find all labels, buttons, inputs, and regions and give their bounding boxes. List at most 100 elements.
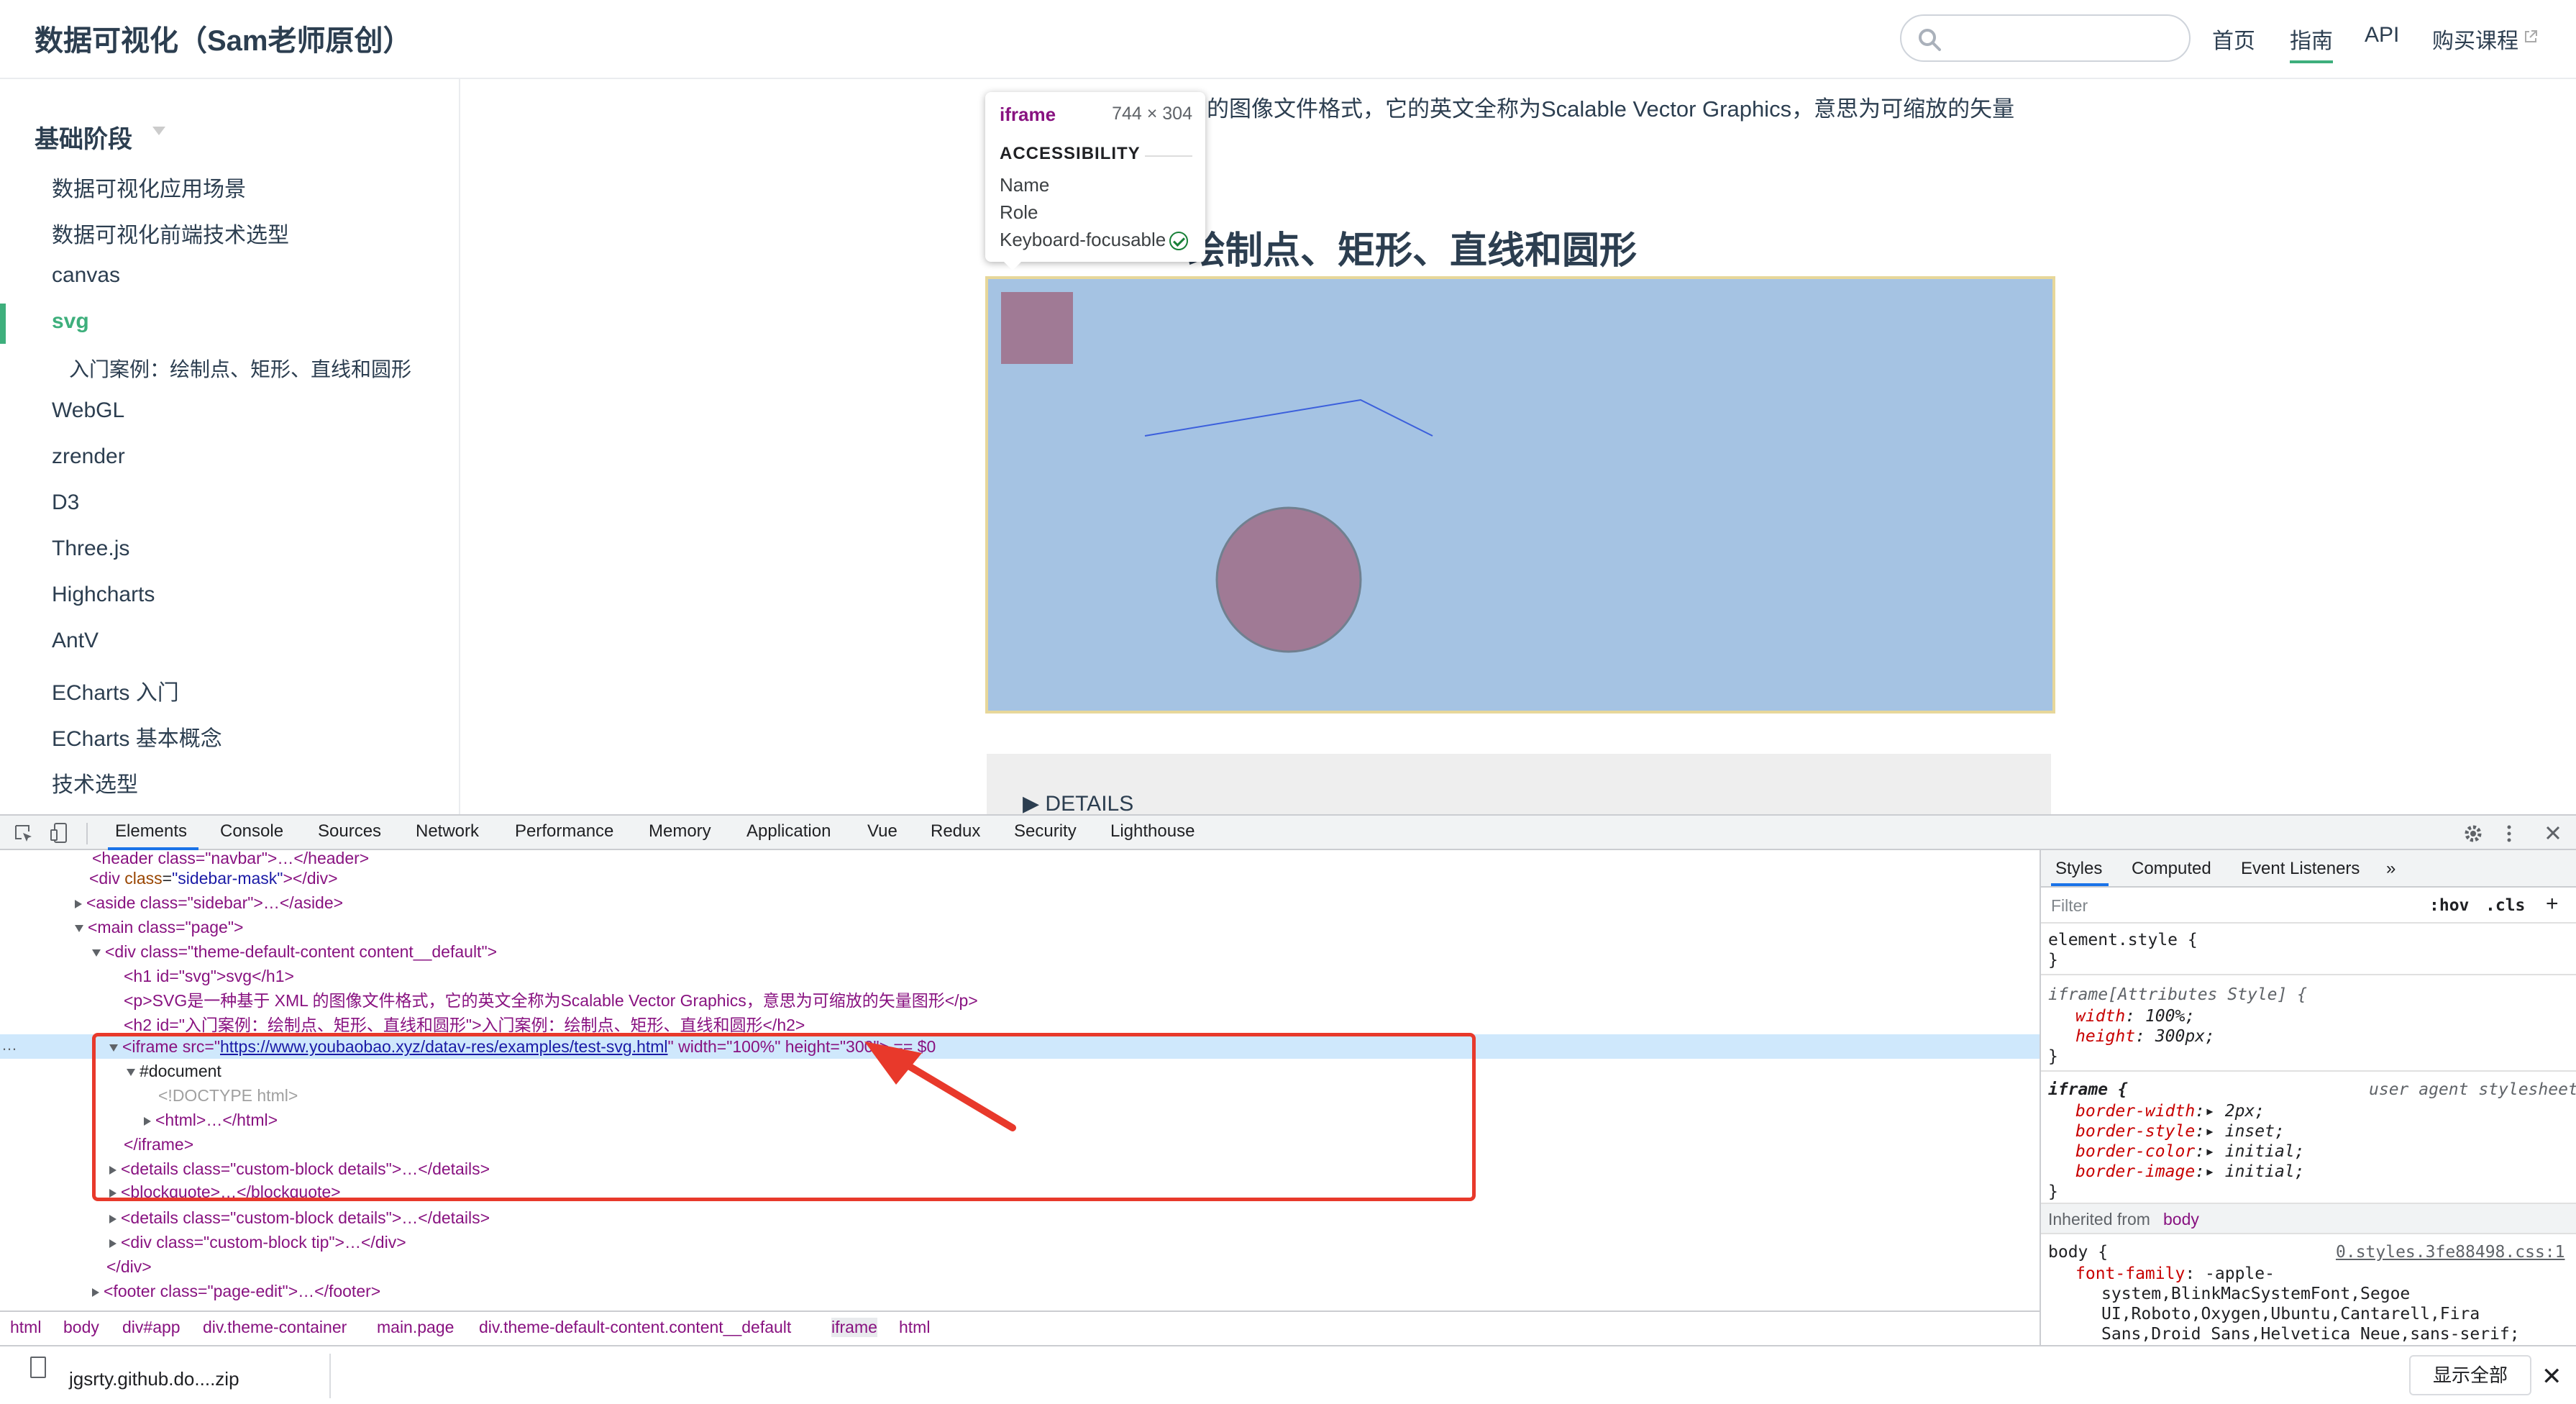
svg-demo-canvas [1001, 292, 1433, 653]
sidebar-item[interactable]: D3 [52, 491, 79, 515]
tooltip-row-name: Name [1000, 174, 1050, 196]
height-decl: height: 300px; [2075, 1027, 2215, 1046]
tab-sources[interactable]: Sources [318, 821, 381, 842]
more-vertical-icon[interactable] [2506, 823, 2513, 844]
rule-close: } [2048, 951, 2058, 970]
crumb-body[interactable]: body [63, 1318, 99, 1337]
add-rule-button[interactable]: + [2546, 892, 2559, 916]
font-family-value: UI,Roboto,Oxygen,Ubuntu,Cantarell,Fira [2101, 1305, 2480, 1323]
tab-computed[interactable]: Computed [2132, 859, 2211, 879]
sidebar-item[interactable]: WebGL [52, 398, 124, 423]
dom-node-aside[interactable]: <aside class="sidebar">…</aside> [75, 890, 343, 915]
sidebar-item[interactable]: canvas [52, 263, 120, 288]
ua-label: user agent stylesheet [2369, 1080, 2576, 1099]
dom-breadcrumb: html body div#app div.theme-container ma… [0, 1310, 2040, 1345]
crumb-main[interactable]: main.page [377, 1318, 454, 1337]
search-input[interactable] [1900, 14, 2191, 62]
sidebar-item[interactable]: ECharts 入门 [52, 675, 179, 706]
nav-home[interactable]: 首页 [2212, 23, 2255, 55]
dom-node-details-2[interactable]: <details class="custom-block details">…<… [109, 1205, 490, 1230]
close-icon[interactable]: ✕ [2541, 1362, 2562, 1391]
inherited-label: Inherited from [2048, 1210, 2150, 1228]
dom-node-p[interactable]: <p>SVG是一种基于 XML 的图像文件格式，它的英文全称为Scalable … [124, 988, 978, 1013]
sidebar-item[interactable]: 技术选型 [52, 767, 138, 798]
dom-node-main[interactable]: <main class="page"> [75, 915, 243, 939]
tab-redux[interactable]: Redux [931, 821, 980, 842]
demo-line [1144, 398, 1433, 437]
dom-node-div-close[interactable]: </div> [106, 1254, 152, 1279]
sidebar-item-svg[interactable]: svg [52, 309, 89, 334]
crumb-iframe[interactable]: iframe [831, 1318, 877, 1337]
dom-node-tip[interactable]: <div class="custom-block tip">…</div> [109, 1230, 406, 1254]
font-family-decl: font-family: -apple- [2075, 1264, 2275, 1283]
demo-circle [1215, 506, 1362, 653]
svg-iframe[interactable] [985, 276, 2055, 714]
attr-style-rule: iframe[Attributes Style] { [2048, 985, 2308, 1004]
search-icon [1919, 29, 1941, 51]
stylesheet-link[interactable]: 0.styles.3fe88498.css:1 [2336, 1243, 2565, 1262]
external-link-icon [2525, 30, 2537, 42]
sidebar-subitem[interactable]: 入门案例：绘制点、矩形、直线和圆形 [69, 354, 411, 383]
rule-close: } [2048, 1047, 2058, 1066]
tab-performance[interactable]: Performance [515, 821, 613, 842]
sidebar-item[interactable]: Three.js [52, 537, 129, 561]
tab-memory[interactable]: Memory [649, 821, 711, 842]
show-all-button[interactable]: 显示全部 [2409, 1355, 2531, 1395]
styles-pane: Styles Computed Event Listeners » Filter… [2040, 850, 2576, 1345]
dom-node-footer[interactable]: <footer class="page-edit">…</footer> [92, 1279, 380, 1303]
dom-node-sidebar-mask[interactable]: <div class="sidebar-mask"></div> [89, 866, 338, 890]
tab-network[interactable]: Network [416, 821, 479, 842]
navbar: 数据可视化（Sam老师原创） 首页 指南 API 购买课程 [0, 0, 2576, 79]
sidebar-item[interactable]: Highcharts [52, 583, 155, 607]
tab-application[interactable]: Application [746, 821, 831, 842]
crumb-html-2[interactable]: html [899, 1318, 930, 1337]
dom-node-content-div[interactable]: <div class="theme-default-content conten… [92, 939, 497, 964]
tab-vue[interactable]: Vue [867, 821, 898, 842]
gear-icon[interactable] [2462, 823, 2484, 844]
tab-lighthouse[interactable]: Lighthouse [1110, 821, 1195, 842]
sidebar-item[interactable]: AntV [52, 629, 99, 653]
close-icon[interactable] [2544, 824, 2562, 842]
crumb-content[interactable]: div.theme-default-content.content__defau… [479, 1318, 791, 1337]
dom-node-h1[interactable]: <h1 id="svg">svg</h1> [124, 964, 294, 988]
sidebar-item[interactable]: zrender [52, 445, 125, 469]
nav-guide[interactable]: 指南 [2290, 23, 2333, 63]
rule-close: } [2048, 1182, 2058, 1201]
crumb-app[interactable]: div#app [122, 1318, 181, 1337]
filter-input[interactable]: Filter [2051, 896, 2088, 916]
cls-toggle[interactable]: .cls [2485, 896, 2525, 915]
divider [2041, 974, 2576, 975]
tab-event-listeners[interactable]: Event Listeners [2241, 859, 2360, 879]
ua-rule-selector: iframe { [2048, 1080, 2128, 1099]
device-toolbar-icon[interactable] [49, 821, 70, 844]
tab-elements[interactable]: Elements [115, 821, 187, 842]
divider [1145, 155, 1192, 157]
nav-buy-course[interactable]: 购买课程 [2432, 23, 2518, 55]
tab-styles[interactable]: Styles [2055, 859, 2102, 879]
sidebar-item[interactable]: ECharts 基本概念 [52, 721, 222, 752]
font-family-value: Sans,Droid Sans,Helvetica Neue,sans-seri… [2101, 1325, 2520, 1344]
tab-console[interactable]: Console [220, 821, 283, 842]
details-block[interactable]: ▶ DETAILS [987, 754, 2051, 814]
chevron-down-icon[interactable] [152, 127, 165, 135]
inherited-from[interactable]: body [2163, 1210, 2199, 1229]
tab-security[interactable]: Security [1014, 821, 1077, 842]
sidebar-heading[interactable]: 基础阶段 [35, 119, 132, 155]
tooltip-row-role: Role [1000, 201, 1038, 223]
annotation-arrow-icon [864, 1041, 1016, 1131]
download-file-name[interactable]: jgsrty.github.do....zip [69, 1368, 239, 1390]
tooltip-tag: iframe [1000, 104, 1056, 125]
tooltip-arrow [1002, 260, 1023, 270]
nav-api[interactable]: API [2365, 23, 2399, 47]
crumb-theme-container[interactable]: div.theme-container [203, 1318, 347, 1337]
details-label[interactable]: ▶ DETAILS [1023, 791, 1133, 814]
crumb-html[interactable]: html [10, 1318, 41, 1337]
site-title[interactable]: 数据可视化（Sam老师原创） [35, 17, 412, 59]
more-tabs-icon[interactable]: » [2386, 859, 2395, 879]
sidebar-item[interactable]: 数据可视化应用场景 [52, 171, 246, 203]
element-style-rule[interactable]: element.style { [2048, 931, 2198, 949]
inspect-element-icon[interactable] [13, 823, 35, 844]
hov-toggle[interactable]: :hov [2429, 896, 2469, 915]
sidebar-item[interactable]: 数据可视化前端技术选型 [52, 217, 289, 249]
divider [2041, 1070, 2576, 1072]
